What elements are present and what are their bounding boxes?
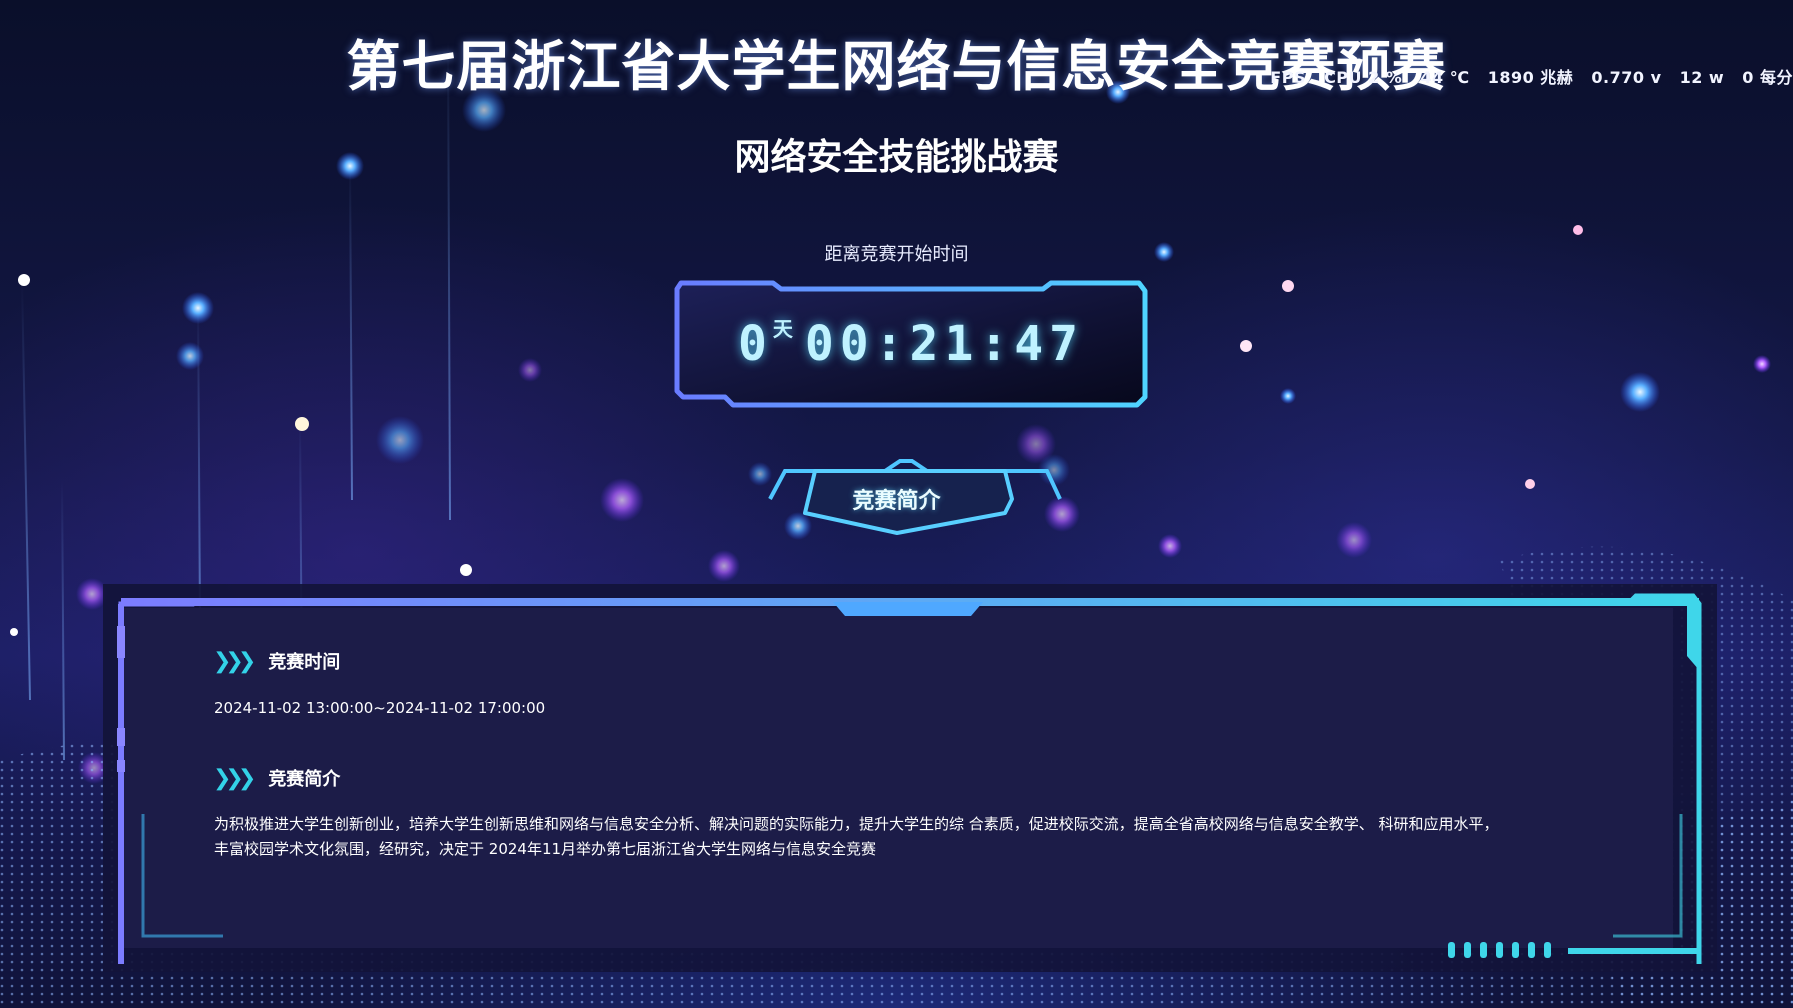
timer-clock: 00:21:47 <box>804 316 1085 372</box>
extra-readout: 0 每分 <box>1742 68 1793 87</box>
tab-intro-label: 竞赛简介 <box>852 489 941 514</box>
section-intro-title: 竞赛简介 <box>268 769 341 790</box>
performance-overlay: FPS CPU 2 % 44 ℃ 1890 兆赫 0.770 v 12 w 0 … <box>1258 64 1793 88</box>
timer-days-unit: 天 <box>772 317 793 341</box>
section-time-heading: ❯❯❯ 竞赛时间 <box>213 648 340 674</box>
section-time-title: 竞赛时间 <box>268 652 341 673</box>
temp-readout: 44 ℃ <box>1420 68 1470 87</box>
page-title: 第七届浙江省大学生网络与信息安全竞赛预赛 <box>346 35 1447 98</box>
fps-readout: FPS <box>1270 68 1306 87</box>
intro-paragraph: 为积极推进大学生创新创业，培养大学生创新思维和网络与信息安全分析、解决问题的实际… <box>214 812 1499 862</box>
freq-readout: 1890 兆赫 <box>1487 68 1574 87</box>
info-panel-frame <box>117 593 1702 964</box>
intro-line-2: 丰富校园学术文化氛围，经研究，决定于 2024年11月举办第七届浙江省大学生网络… <box>214 840 877 858</box>
tab-intro[interactable]: 竞赛简介 <box>560 455 1233 545</box>
timer-readout: 0 天 00:21:47 <box>673 279 1149 409</box>
triple-chevron-right-icon: ❯❯❯ <box>213 765 256 791</box>
volt-readout: 0.770 v <box>1591 68 1662 87</box>
section-intro-heading: ❯❯❯ 竞赛简介 <box>213 765 340 791</box>
triple-chevron-right-icon: ❯❯❯ <box>213 648 256 674</box>
cpu-readout: CPU 2 % <box>1324 68 1403 87</box>
countdown-timer: 0 天 00:21:47 <box>673 279 1149 409</box>
page-subtitle: 网络安全技能挑战赛 <box>734 137 1059 178</box>
competition-time-value: 2024-11-02 13:00:00~2024-11-02 17:00:00 <box>214 699 546 717</box>
intro-line-1: 为积极推进大学生创新创业，培养大学生创新思维和网络与信息安全分析、解决问题的实际… <box>214 815 1499 833</box>
timer-days: 0 <box>737 316 767 372</box>
power-readout: 12 w <box>1679 68 1725 87</box>
countdown-label: 距离竞赛开始时间 <box>824 244 969 265</box>
